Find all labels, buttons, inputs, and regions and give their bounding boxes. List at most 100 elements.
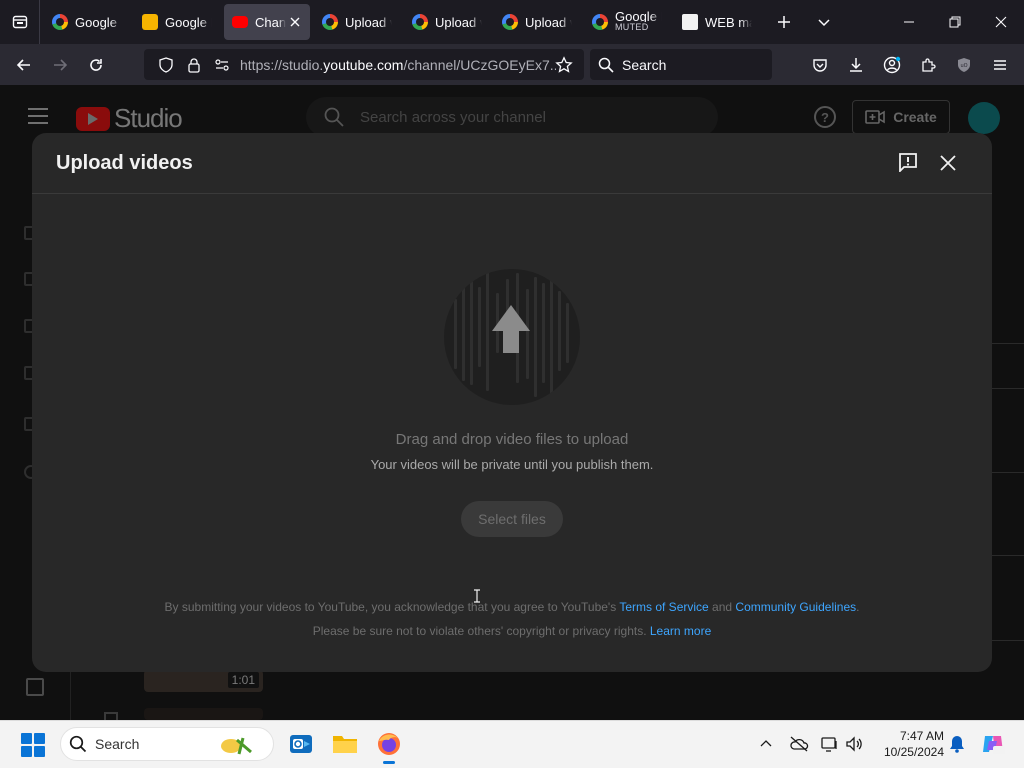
- back-button[interactable]: [6, 49, 42, 81]
- volume-icon[interactable]: [844, 733, 864, 755]
- channel-search-placeholder: Search across your channel: [360, 108, 546, 126]
- show-hidden-icons-button[interactable]: [758, 733, 774, 755]
- onedrive-offline-icon[interactable]: [788, 733, 810, 755]
- notification-bell-icon[interactable]: [948, 733, 966, 755]
- upload-arrow-stem: [503, 330, 519, 353]
- upload-art-streak: [558, 291, 561, 371]
- list-all-tabs-button[interactable]: [804, 0, 844, 44]
- search-icon: [69, 735, 87, 753]
- upload-art-streak: [454, 299, 457, 369]
- bookmark-star-icon[interactable]: [550, 51, 578, 79]
- row-checkbox[interactable]: [104, 712, 118, 720]
- url-bar[interactable]: https://studio.youtube.com/channel/UCzGO…: [144, 49, 584, 80]
- search-icon: [324, 107, 344, 127]
- app-menu-button[interactable]: [982, 49, 1018, 80]
- row-divider: [990, 555, 1024, 556]
- downloads-button[interactable]: [838, 49, 874, 80]
- tab-google-keep[interactable]: Google Keep: [134, 4, 220, 40]
- google-icon: [322, 14, 338, 30]
- tab-title: WEB macro: [705, 14, 752, 30]
- feedback-icon[interactable]: [26, 678, 44, 696]
- drag-drop-text: Drag and drop video files to upload: [395, 431, 629, 448]
- upload-art-streak: [526, 289, 529, 379]
- legal-period: .: [856, 600, 860, 614]
- extensions-button[interactable]: [910, 49, 946, 80]
- url-path: /channel/UCzGOEyEx7...: [403, 56, 556, 73]
- taskbar-search-box[interactable]: Search: [60, 727, 274, 761]
- dialog-title: Upload videos: [56, 152, 193, 174]
- tracking-protection-icon[interactable]: [152, 51, 180, 79]
- video-thumbnail[interactable]: 1:01: [144, 670, 263, 692]
- plus-icon: [778, 16, 790, 28]
- tab-muted-label: MUTED: [615, 22, 649, 32]
- tab-web-macro[interactable]: WEB macro: [674, 4, 760, 40]
- avatar[interactable]: [968, 102, 1000, 134]
- search-highlight-icon: [221, 737, 252, 755]
- help-icon[interactable]: ?: [814, 106, 836, 128]
- tab-title: Google Meet: [615, 11, 662, 22]
- studio-menu-icon[interactable]: [28, 108, 48, 124]
- clock-time: 7:47 AM: [899, 729, 944, 743]
- puzzle-icon: [922, 57, 936, 72]
- taskbar-firefox-icon[interactable]: [374, 729, 404, 764]
- select-files-button[interactable]: Select files: [461, 501, 563, 537]
- minimize-button[interactable]: [886, 0, 932, 44]
- tab-title: Google Keep: [165, 14, 212, 30]
- upload-art-streak: [462, 281, 465, 381]
- permissions-icon[interactable]: [208, 51, 236, 79]
- new-tab-button[interactable]: [764, 0, 804, 44]
- firefox-view-button[interactable]: [0, 0, 40, 44]
- windows-taskbar: Search 7:47 AM 10/25/2024: [0, 720, 1024, 768]
- tab-google-meet[interactable]: Google Meet MUTED: [584, 4, 670, 40]
- firefox-view-icon: [12, 15, 27, 29]
- community-guidelines-link[interactable]: Community Guidelines: [735, 600, 856, 614]
- send-feedback-icon[interactable]: [898, 152, 918, 174]
- studio-logo[interactable]: Studio: [76, 103, 183, 134]
- arrow-right-icon: [54, 58, 68, 71]
- upload-arrow-head: [492, 305, 530, 331]
- upload-arrow-icon[interactable]: [444, 269, 580, 405]
- account-button[interactable]: [874, 49, 910, 80]
- youtube-icon: [232, 16, 248, 28]
- legal-text-line2: Please be sure not to violate others' co…: [32, 624, 992, 638]
- close-dialog-button[interactable]: [936, 151, 960, 175]
- upload-art-streak: [478, 287, 481, 367]
- ublock-button[interactable]: uO: [946, 49, 982, 80]
- network-icon[interactable]: [820, 733, 840, 755]
- close-tab-icon[interactable]: [288, 15, 302, 29]
- taskbar-clock[interactable]: 7:47 AM 10/25/2024: [872, 728, 944, 760]
- learn-more-link[interactable]: Learn more: [650, 624, 711, 638]
- taskbar-outlook-icon[interactable]: [286, 729, 316, 759]
- svg-text:uO: uO: [960, 63, 967, 69]
- legal-text-line1: By submitting your videos to YouTube, yo…: [32, 600, 992, 614]
- search-placeholder: Search: [622, 56, 667, 73]
- tab-upload-videos-3[interactable]: Upload videos: [494, 4, 580, 40]
- minimize-icon: [904, 21, 914, 23]
- browser-search-box[interactable]: Search: [590, 49, 772, 80]
- tab-title: Upload videos: [345, 14, 392, 30]
- tab-google[interactable]: Google: [44, 4, 130, 40]
- google-icon: [502, 14, 518, 30]
- close-window-button[interactable]: [978, 0, 1024, 44]
- restore-button[interactable]: [932, 0, 978, 44]
- channel-search-input[interactable]: Search across your channel: [306, 97, 718, 137]
- tab-title: Upload videos: [525, 14, 572, 30]
- url-domain: youtube.com: [323, 56, 404, 73]
- terms-of-service-link[interactable]: Terms of Service: [619, 600, 708, 614]
- tab-youtube-studio[interactable]: Channel content - YouTube Studio: [224, 4, 310, 40]
- lock-icon[interactable]: [180, 51, 208, 79]
- tab-upload-videos-1[interactable]: Upload videos: [314, 4, 400, 40]
- close-icon: [995, 16, 1007, 28]
- tab-title: Channel content - YouTube Studio: [255, 14, 286, 30]
- forward-button[interactable]: [42, 49, 78, 81]
- taskbar-file-explorer-icon[interactable]: [330, 729, 360, 759]
- tab-upload-videos-2[interactable]: Upload videos: [404, 4, 490, 40]
- reload-button[interactable]: [78, 49, 114, 81]
- video-thumbnail[interactable]: [144, 708, 263, 720]
- create-button[interactable]: Create: [852, 100, 950, 134]
- pocket-button[interactable]: [802, 49, 838, 80]
- windows-start-icon[interactable]: [21, 733, 45, 757]
- copilot-icon[interactable]: [980, 733, 1006, 755]
- window-controls: [886, 0, 1024, 44]
- row-divider: [990, 388, 1024, 389]
